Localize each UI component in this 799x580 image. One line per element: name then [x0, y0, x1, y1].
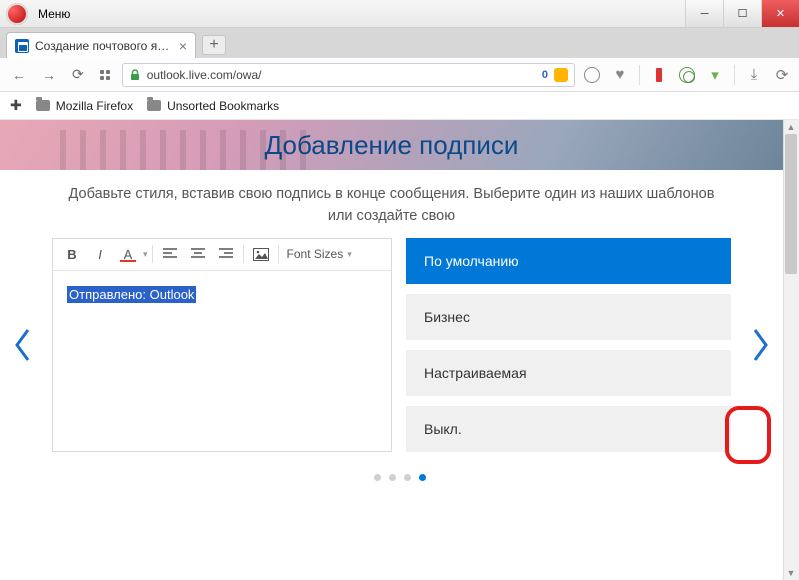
page-title: Добавление подписи: [265, 130, 519, 161]
carousel-pagination: [0, 474, 799, 481]
vertical-scrollbar[interactable]: ▲ ▼: [783, 120, 799, 580]
bookmark-heart-button[interactable]: ♥: [611, 66, 629, 84]
nav-reload-button[interactable]: ⟳: [68, 64, 88, 85]
align-center-button[interactable]: [185, 242, 211, 266]
add-bookmark-button[interactable]: ✚: [10, 97, 22, 114]
page-banner: Добавление подписи: [0, 120, 783, 170]
address-bar-row: ← → ⟳ outlook.live.com/owa/ 0 ♥ ▾ ⤓ ⟳: [0, 58, 799, 92]
pager-dot[interactable]: [389, 474, 396, 481]
scroll-down-icon[interactable]: ▼: [783, 566, 799, 580]
nav-forward-button[interactable]: →: [38, 65, 60, 85]
window-maximize-button[interactable]: ☐: [723, 0, 761, 27]
window-titlebar: Меню ─ ☐ ✕: [0, 0, 799, 28]
tab-strip: Создание почтового ящи × +: [0, 28, 799, 58]
editor-text: Отправлено: Outlook: [67, 286, 196, 303]
tab-title: Создание почтового ящи: [35, 39, 173, 53]
speed-dial-button[interactable]: [96, 68, 114, 82]
bold-button[interactable]: B: [59, 242, 85, 266]
template-option-off[interactable]: Выкл.: [406, 406, 731, 452]
font-sizes-label: Font Sizes: [287, 247, 344, 261]
bookmarks-bar: ✚ Mozilla Firefox Unsorted Bookmarks: [0, 92, 799, 120]
badge-count: 0: [542, 69, 548, 81]
pager-dot[interactable]: [374, 474, 381, 481]
sync-button[interactable]: ⟳: [773, 66, 791, 84]
bookmark-label: Unsorted Bookmarks: [167, 99, 279, 113]
italic-button[interactable]: I: [87, 242, 113, 266]
align-left-button[interactable]: [157, 242, 183, 266]
insert-image-button[interactable]: [248, 242, 274, 266]
template-label: Настраиваемая: [424, 365, 527, 381]
bookmark-folder-firefox[interactable]: Mozilla Firefox: [36, 99, 133, 113]
opera-logo-icon: [6, 3, 28, 25]
align-left-icon: [163, 248, 177, 260]
lock-icon: [129, 69, 141, 81]
window-minimize-button[interactable]: ─: [685, 0, 723, 27]
template-label: По умолчанию: [424, 253, 519, 269]
align-right-button[interactable]: [213, 242, 239, 266]
scroll-up-icon[interactable]: ▲: [783, 120, 799, 134]
pager-dot[interactable]: [404, 474, 411, 481]
template-label: Бизнес: [424, 309, 470, 325]
window-close-button[interactable]: ✕: [761, 0, 799, 27]
folder-icon: [36, 100, 50, 111]
signature-editor: B I A ▾: [52, 238, 392, 452]
outlook-favicon-icon: [15, 39, 29, 53]
template-option-business[interactable]: Бизнес: [406, 294, 731, 340]
template-label: Выкл.: [424, 421, 462, 437]
align-center-icon: [191, 248, 205, 260]
image-icon: [253, 248, 269, 261]
tab-close-button[interactable]: ×: [179, 39, 187, 53]
dropdown-caret-icon: ▾: [143, 249, 148, 260]
bookmark-folder-unsorted[interactable]: Unsorted Bookmarks: [147, 99, 279, 113]
dropdown-caret-icon: ▾: [347, 249, 352, 260]
bookmark-label: Mozilla Firefox: [56, 99, 133, 113]
page-viewport: ▲ ▼ Добавление подписи Добавьте стиля, в…: [0, 120, 799, 580]
downloads-button[interactable]: ⤓: [745, 66, 763, 84]
folder-icon: [147, 100, 161, 111]
editor-toolbar: B I A ▾: [53, 239, 391, 271]
page-subtitle: Добавьте стиля, вставив свою подпись в к…: [0, 170, 783, 238]
circle-icon[interactable]: [583, 66, 601, 84]
pager-dot-active[interactable]: [419, 474, 426, 481]
url-text: outlook.live.com/owa/: [147, 68, 536, 82]
align-right-icon: [219, 248, 233, 260]
opera-badge-icon: [554, 68, 568, 82]
chevron-right-icon: [750, 328, 770, 362]
shield-icon[interactable]: ▾: [706, 66, 724, 84]
template-option-default[interactable]: По умолчанию: [406, 238, 731, 284]
editor-textarea[interactable]: Отправлено: Outlook: [53, 271, 391, 451]
ext-red-icon[interactable]: [650, 66, 668, 84]
browser-tab[interactable]: Создание почтового ящи ×: [6, 32, 196, 58]
signature-templates-list: По умолчанию Бизнес Настраиваемая Выкл.: [406, 238, 731, 452]
new-tab-button[interactable]: +: [202, 35, 226, 55]
font-sizes-dropdown[interactable]: Font Sizes ▾: [283, 247, 356, 261]
globe-icon[interactable]: [678, 66, 696, 84]
menu-button[interactable]: Меню: [32, 7, 76, 21]
nav-back-button[interactable]: ←: [8, 65, 30, 85]
font-color-button[interactable]: A: [115, 242, 141, 266]
template-option-custom[interactable]: Настраиваемая: [406, 350, 731, 396]
chevron-left-icon: [13, 328, 33, 362]
address-bar[interactable]: outlook.live.com/owa/ 0: [122, 63, 575, 87]
carousel-next-button[interactable]: [737, 328, 783, 362]
scrollbar-thumb[interactable]: [785, 134, 797, 274]
carousel-prev-button[interactable]: [0, 328, 46, 362]
